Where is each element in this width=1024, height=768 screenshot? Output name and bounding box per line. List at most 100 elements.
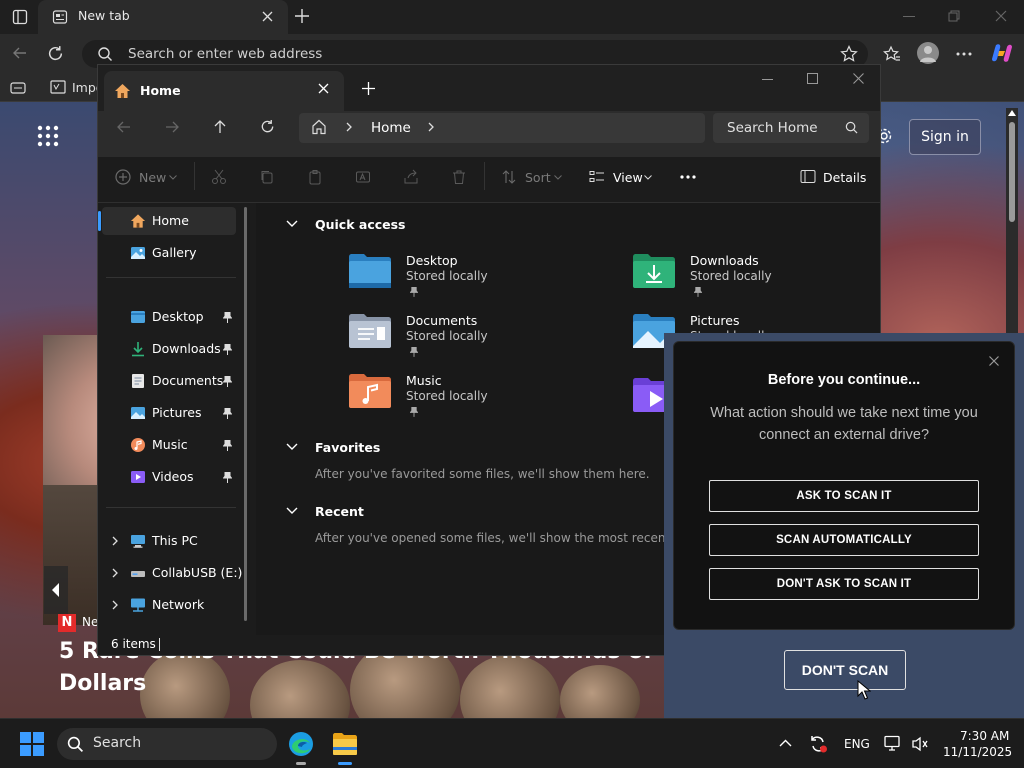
quick-access-downloads[interactable]: Downloads Stored locally <box>632 253 872 309</box>
page-scrollbar-thumb[interactable] <box>1009 122 1015 222</box>
copilot-icon[interactable] <box>990 42 1014 64</box>
quick-access-documents[interactable]: Documents Stored locally <box>348 313 588 369</box>
pin-icon[interactable] <box>223 344 232 355</box>
quick-access-desktop[interactable]: Desktop Stored locally <box>348 253 588 309</box>
taskbar-search-box[interactable] <box>57 728 277 760</box>
see-more-icon[interactable] <box>680 175 696 179</box>
browser-tab-new-tab[interactable]: New tab <box>38 0 288 34</box>
favorite-star-icon[interactable] <box>840 45 858 63</box>
sidebar-item-pictures[interactable]: Pictures <box>102 399 236 427</box>
carousel-prev-button[interactable] <box>44 566 68 614</box>
volume-muted-icon[interactable] <box>911 736 929 752</box>
chevron-down-icon[interactable] <box>286 507 298 514</box>
sidebar-item-network[interactable]: Network <box>102 591 236 619</box>
explorer-close-icon[interactable] <box>853 73 864 84</box>
explorer-tab-home[interactable]: Home <box>104 71 344 111</box>
new-button[interactable]: New <box>139 170 166 185</box>
browser-close-icon[interactable] <box>995 10 1007 22</box>
new-plus-circle-icon[interactable] <box>115 169 131 185</box>
settings-more-icon[interactable] <box>956 52 972 56</box>
refresh-icon[interactable] <box>47 45 64 62</box>
view-list-icon[interactable] <box>589 169 605 185</box>
back-arrow-icon[interactable] <box>117 120 131 134</box>
input-language-indicator[interactable]: ENG <box>844 737 870 751</box>
sign-in-button[interactable]: Sign in <box>909 119 981 155</box>
sync-alert-icon[interactable] <box>808 734 828 754</box>
breadcrumb-location[interactable]: Home <box>371 120 411 136</box>
details-pane-icon[interactable] <box>800 169 816 184</box>
view-button[interactable]: View <box>613 170 643 185</box>
scroll-up-arrow-icon[interactable] <box>1008 110 1016 116</box>
sidebar-item-desktop[interactable]: Desktop <box>102 303 236 331</box>
dont-scan-button[interactable]: DON'T SCAN <box>784 650 906 690</box>
scan-automatically-button[interactable]: SCAN AUTOMATICALLY <box>709 524 979 556</box>
sidebar-item-gallery[interactable]: Gallery <box>102 239 236 267</box>
sidebar-scrollbar[interactable] <box>244 207 247 621</box>
pin-icon[interactable] <box>223 440 232 451</box>
chevron-right-icon[interactable] <box>112 600 118 610</box>
home-outline-icon[interactable] <box>311 119 327 135</box>
windows-start-icon[interactable] <box>20 732 44 756</box>
new-tab-plus-icon[interactable] <box>294 8 310 24</box>
explorer-minimize-icon[interactable] <box>762 79 773 81</box>
close-tab-icon[interactable] <box>318 83 329 94</box>
pin-icon[interactable] <box>223 472 232 483</box>
immersive-reader-icon[interactable] <box>10 81 26 95</box>
show-hidden-icons-chevron-up[interactable] <box>779 739 792 747</box>
sidebar-item-home[interactable]: Home <box>102 207 236 235</box>
chevron-down-icon[interactable] <box>286 220 298 227</box>
explorer-maximize-icon[interactable] <box>807 73 818 84</box>
tab-actions-icon[interactable] <box>12 9 28 25</box>
up-arrow-icon[interactable] <box>213 119 227 134</box>
back-arrow-icon[interactable] <box>12 45 28 61</box>
clock-date[interactable]: 11/11/2025 <box>943 745 1012 759</box>
chevron-right-icon[interactable] <box>112 536 118 546</box>
refresh-icon[interactable] <box>260 119 275 134</box>
favorites-header[interactable]: Favorites <box>315 440 380 455</box>
pin-icon[interactable] <box>223 312 232 323</box>
forward-arrow-icon[interactable] <box>165 120 179 134</box>
chevron-right-icon[interactable] <box>112 568 118 578</box>
chevron-down-icon <box>554 175 562 180</box>
quick-access-status: Stored locally <box>406 329 488 343</box>
app-launcher-icon[interactable] <box>37 125 59 147</box>
sidebar-item-documents[interactable]: Documents <box>102 367 236 395</box>
pin-icon[interactable] <box>223 376 232 387</box>
sidebar-item-this-pc[interactable]: This PC <box>102 527 236 555</box>
pin-icon[interactable] <box>223 408 232 419</box>
breadcrumb[interactable] <box>299 113 705 143</box>
recent-header[interactable]: Recent <box>315 504 364 519</box>
chevron-right-icon[interactable] <box>428 122 434 132</box>
sort-button[interactable]: Sort <box>525 170 551 185</box>
profile-avatar[interactable] <box>917 42 939 64</box>
paste-icon[interactable] <box>307 169 323 185</box>
close-tab-icon[interactable] <box>262 11 273 22</box>
rename-icon[interactable] <box>355 169 371 185</box>
quick-access-music[interactable]: Music Stored locally <box>348 373 588 429</box>
favorites-collection-icon[interactable] <box>883 45 901 63</box>
sidebar-item-usb-drive[interactable]: CollabUSB (E:) <box>102 559 242 587</box>
details-button[interactable]: Details <box>823 170 866 185</box>
browser-restore-icon[interactable] <box>948 10 960 22</box>
delete-trash-icon[interactable] <box>451 169 467 185</box>
sidebar-item-downloads[interactable]: Downloads <box>102 335 236 363</box>
sidebar-item-videos[interactable]: Videos <box>102 463 236 491</box>
browser-minimize-icon[interactable] <box>903 16 915 18</box>
new-tab-plus-icon[interactable] <box>362 82 375 95</box>
chevron-down-icon[interactable] <box>286 443 298 450</box>
dialog-close-icon[interactable] <box>989 356 999 366</box>
file-explorer-taskbar-icon[interactable] <box>332 732 358 756</box>
sidebar-item-label: Downloads <box>152 341 221 356</box>
ask-to-scan-button[interactable]: ASK TO SCAN IT <box>709 480 979 512</box>
copy-icon[interactable] <box>259 169 275 185</box>
share-icon[interactable] <box>403 169 419 185</box>
browser-tab-title: New tab <box>78 8 130 23</box>
clock-time[interactable]: 7:30 AM <box>960 729 1009 743</box>
cut-icon[interactable] <box>211 169 227 185</box>
quick-access-header[interactable]: Quick access <box>315 217 406 232</box>
sort-icon[interactable] <box>501 169 517 185</box>
dont-ask-to-scan-button[interactable]: DON'T ASK TO SCAN IT <box>709 568 979 600</box>
sidebar-item-music[interactable]: Music <box>102 431 236 459</box>
edge-taskbar-icon[interactable] <box>288 731 314 757</box>
network-display-icon[interactable] <box>884 735 902 752</box>
